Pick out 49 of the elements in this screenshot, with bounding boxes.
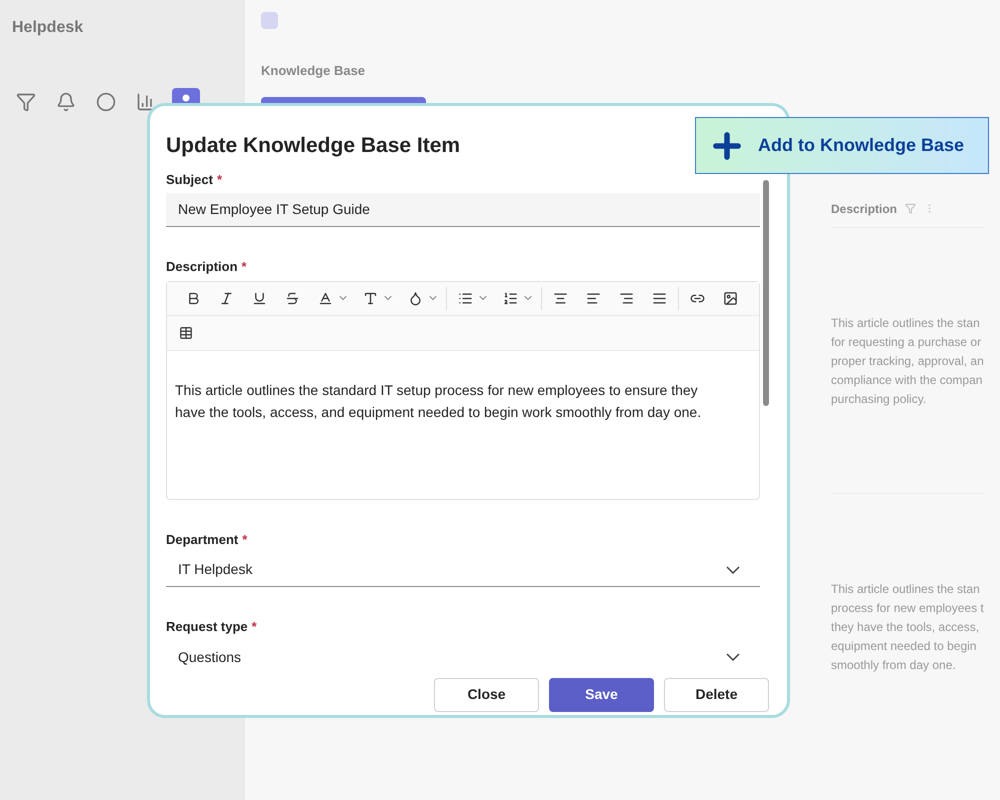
table-cell-text: for requesting a purchase or	[831, 334, 982, 350]
dialog-title: Update Knowledge Base Item	[166, 133, 460, 159]
image-icon[interactable]	[723, 290, 738, 306]
dialog-button[interactable]: Save	[549, 678, 654, 712]
filter-icon	[905, 203, 916, 214]
strikethrough-icon[interactable]	[285, 290, 300, 306]
bell-icon	[56, 92, 76, 112]
app-title: Helpdesk	[12, 18, 84, 38]
bold-icon[interactable]	[186, 290, 201, 306]
font-size-icon[interactable]	[363, 290, 378, 306]
table-cell-text: purchasing policy.	[831, 390, 928, 408]
table-cell-text: proper tracking, approval, an	[831, 352, 984, 370]
align-left-icon[interactable]	[586, 290, 601, 306]
underline-icon[interactable]	[252, 290, 267, 306]
required-asterisk: *	[242, 259, 247, 274]
filter-icon	[16, 92, 36, 112]
required-asterisk: *	[242, 532, 248, 546]
required-asterisk: *	[216, 172, 222, 186]
callout-text: Add to Knowledge Base	[758, 134, 964, 157]
chevron-down-icon	[726, 566, 740, 574]
table-cell-text: This article outlines the stan	[831, 314, 981, 332]
table-cell-text: equipment needed to begin	[831, 638, 978, 654]
description-text: This article outlines the standard IT setup process for new employees to ensure they have the tools, access, and equipment needed to begin work smoothly from day one.	[175, 380, 702, 422]
table-cell-text: smoothly from day one.	[831, 656, 957, 674]
field-label: Subject	[166, 172, 213, 186]
table-cell-text: process for new employees t	[831, 600, 984, 616]
chevron-down-icon	[726, 653, 740, 661]
numbered-list-icon[interactable]	[503, 290, 518, 306]
table-cell-text: This article outlines the stan	[831, 580, 981, 598]
field-label: Description	[166, 259, 238, 274]
bullet-list-icon[interactable]	[458, 290, 473, 306]
align-right-icon[interactable]	[619, 290, 634, 306]
table-cell-text: compliance with the compan	[831, 372, 984, 388]
subject-field[interactable]: New Employee IT Setup Guide	[166, 193, 760, 227]
circle-icon	[96, 92, 116, 112]
page-heading: Knowledge Base	[261, 62, 366, 80]
align-justify-icon[interactable]	[652, 290, 667, 306]
table-cell-text: they have the tools, access,	[831, 618, 980, 636]
dialog-button[interactable]: Close	[434, 678, 539, 712]
align-center-icon[interactable]	[553, 290, 568, 306]
table-icon[interactable]	[179, 326, 193, 340]
italic-icon[interactable]	[219, 290, 234, 306]
rich-text-editor[interactable]: This article outlines the standard IT setup process for new employees to ensure they have the tools, access, and equipment needed to begin work smoothly from day one.	[166, 280, 760, 500]
font-color-icon[interactable]	[318, 290, 333, 306]
required-asterisk: *	[252, 619, 257, 634]
field-label: Department	[166, 532, 238, 546]
droplet-icon[interactable]	[408, 290, 423, 306]
dialog-button[interactable]: Delete	[664, 678, 769, 712]
field-label: Request type	[166, 619, 248, 634]
